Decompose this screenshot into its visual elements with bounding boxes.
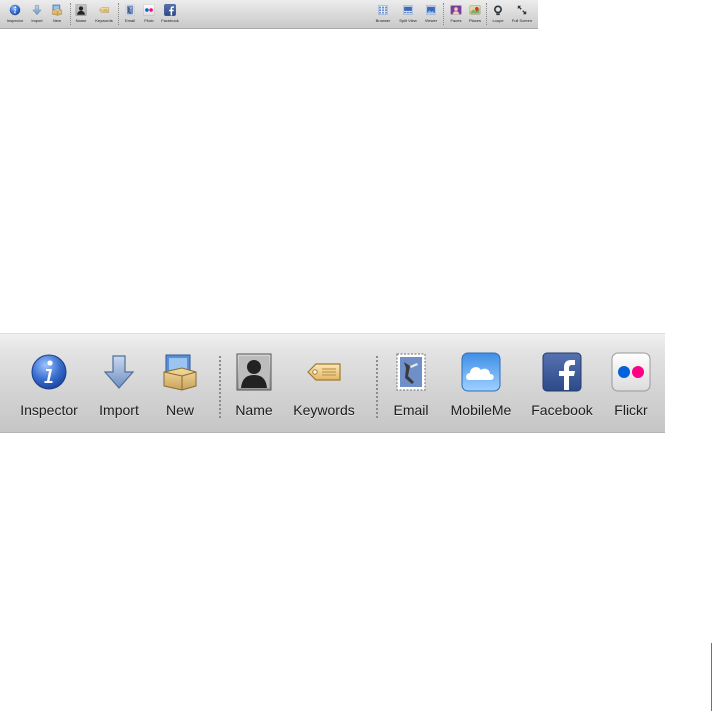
keywords-button[interactable]: Keywords xyxy=(288,352,360,422)
loupe-icon xyxy=(492,4,504,16)
new-button[interactable]: New xyxy=(154,352,206,422)
small-viewer-button[interactable]: Viewer xyxy=(419,2,443,28)
facebook-button[interactable]: Facebook xyxy=(527,352,597,422)
small-browser-button[interactable]: Browser xyxy=(371,2,395,28)
inspector-label: Inspector xyxy=(20,402,78,418)
small-loupe-button[interactable]: Loupe xyxy=(486,2,510,28)
flickr-button[interactable]: Flickr xyxy=(606,352,656,422)
small-places-label: Places xyxy=(468,18,481,23)
person-silhouette-icon xyxy=(234,352,274,392)
small-new-label: New xyxy=(52,18,61,23)
full-screen-icon xyxy=(516,4,528,16)
import-button[interactable]: Import xyxy=(92,352,146,422)
split-view-icon xyxy=(402,4,414,16)
inspector-button[interactable]: Inspector xyxy=(14,352,84,422)
flickr-icon xyxy=(143,4,155,16)
name-button[interactable]: Name xyxy=(231,352,277,422)
small-toolbar: Inspector Import New Name Keywords Email… xyxy=(0,0,538,29)
small-split-view-label: Split View xyxy=(399,18,417,23)
small-facebook-label: Facebook xyxy=(161,18,179,23)
name-label: Name xyxy=(235,402,273,418)
flickr-label: Flickr xyxy=(614,402,648,418)
person-silhouette-icon xyxy=(75,4,87,16)
small-inspector-button[interactable]: Inspector xyxy=(3,2,27,28)
small-split-view-button[interactable]: Split View xyxy=(396,2,420,28)
email-stamp-icon xyxy=(124,4,136,16)
edge-divider-line xyxy=(711,643,712,711)
small-full-screen-label: Full Screen xyxy=(511,18,533,23)
new-box-icon xyxy=(51,4,63,16)
import-arrow-icon xyxy=(31,4,43,16)
small-inspector-label: Inspector xyxy=(6,18,24,23)
mobileme-button[interactable]: MobileMe xyxy=(445,352,517,422)
facebook-icon xyxy=(164,4,176,16)
small-browser-label: Browser xyxy=(375,18,391,23)
keywords-label: Keywords xyxy=(293,402,355,418)
info-icon xyxy=(29,352,69,392)
import-label: Import xyxy=(99,402,139,418)
small-facebook-button[interactable]: Facebook xyxy=(158,2,182,28)
new-box-icon xyxy=(160,352,200,392)
faces-icon xyxy=(450,4,462,16)
small-places-button[interactable]: Places xyxy=(463,2,487,28)
facebook-icon xyxy=(542,352,582,392)
email-stamp-icon xyxy=(391,352,431,392)
new-label: New xyxy=(165,402,194,418)
small-name-button[interactable]: Name xyxy=(69,2,93,28)
mobileme-label: MobileMe xyxy=(450,402,512,418)
small-keywords-label: Keywords xyxy=(95,18,113,23)
small-name-label: Name xyxy=(75,18,87,23)
info-icon xyxy=(9,4,21,16)
email-button[interactable]: Email xyxy=(388,352,434,422)
small-keywords-button[interactable]: Keywords xyxy=(92,2,116,28)
toolbar-separator xyxy=(219,356,221,418)
small-loupe-label: Loupe xyxy=(492,18,504,23)
browser-grid-icon xyxy=(377,4,389,16)
keyword-tag-icon xyxy=(98,4,110,16)
small-new-button[interactable]: New xyxy=(45,2,69,28)
small-viewer-label: Viewer xyxy=(424,18,438,23)
mobileme-cloud-icon xyxy=(461,352,501,392)
email-label: Email xyxy=(393,402,429,418)
viewer-icon xyxy=(425,4,437,16)
flickr-icon xyxy=(611,352,651,392)
toolbar-separator xyxy=(376,356,378,418)
import-arrow-icon xyxy=(99,352,139,392)
places-icon xyxy=(469,4,481,16)
facebook-label: Facebook xyxy=(531,402,593,418)
keyword-tag-icon xyxy=(304,352,344,392)
large-toolbar: Inspector Import New Name Keywords Email… xyxy=(0,333,665,433)
small-full-screen-button[interactable]: Full Screen xyxy=(510,2,534,28)
